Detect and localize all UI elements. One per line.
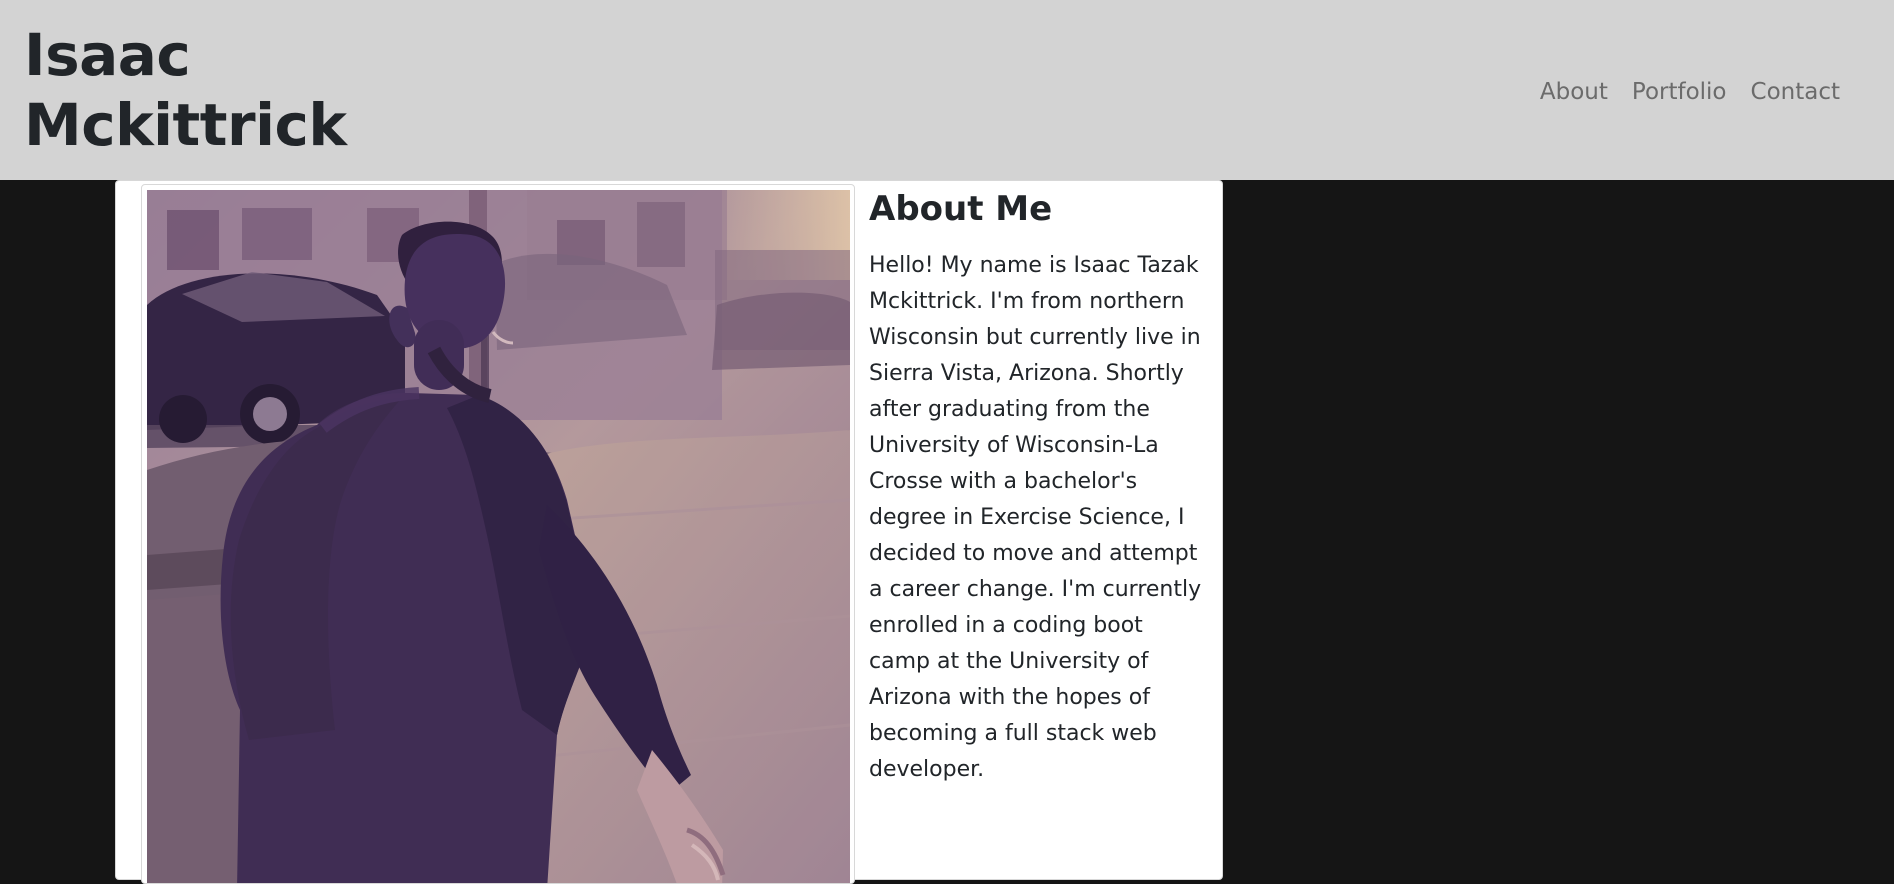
nav-item-about: About	[1540, 78, 1608, 106]
nav-item-contact: Contact	[1751, 78, 1840, 106]
nav-link-contact[interactable]: Contact	[1751, 78, 1840, 106]
site-header: Isaac Mckittrick About Portfolio Contact	[0, 0, 1894, 180]
main-navigation: About Portfolio Contact	[1540, 78, 1840, 106]
nav-link-about[interactable]: About	[1540, 78, 1608, 106]
about-description: Hello! My name is Isaac Tazak Mckittrick…	[869, 253, 1202, 782]
about-heading: About Me	[869, 189, 1053, 229]
profile-photo	[147, 190, 850, 883]
profile-photo-frame	[141, 184, 855, 884]
brand-name: Isaac Mckittrick	[24, 21, 347, 159]
nav-link-portfolio[interactable]: Portfolio	[1632, 78, 1727, 106]
about-card: About Me Hello! My name is Isaac Tazak M…	[115, 180, 1223, 884]
nav-item-portfolio: Portfolio	[1632, 78, 1727, 106]
